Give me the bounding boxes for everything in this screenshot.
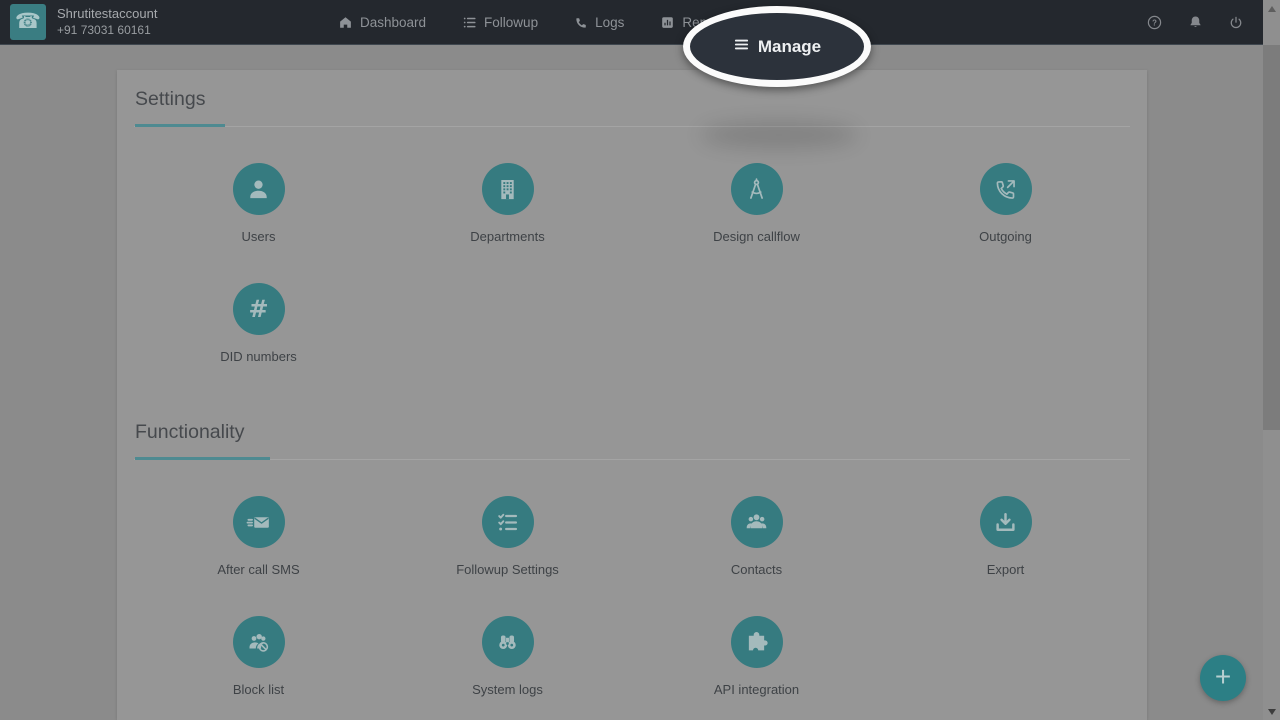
section-divider [134,126,1130,127]
tile-users[interactable]: Users [134,163,383,283]
nav-item-label: Followup [484,15,538,30]
power-icon[interactable] [1228,15,1244,31]
scroll-up-icon [1268,6,1276,12]
tile-label: Design callflow [713,229,800,244]
users-icon [233,163,285,215]
navbar-right-icons: ? [1146,0,1244,45]
app-logo[interactable]: ☎ [10,4,46,40]
home-icon [338,15,353,30]
departments-icon [482,163,534,215]
account-name: Shrutitestaccount [57,6,157,22]
plus-icon: + [1215,661,1231,692]
spotlight-shadow [700,122,858,148]
tile-label: Followup Settings [456,562,559,577]
tile-block-list[interactable]: Block list [134,616,383,720]
section-title-settings: Settings [135,88,1129,111]
top-navbar: ☎ Shrutitestaccount +91 73031 60161 Dash… [0,0,1280,45]
tile-label: After call SMS [217,562,299,577]
nav-item-label: Dashboard [360,15,426,30]
tile-label: Users [242,229,276,244]
tile-design-callflow[interactable]: Design callflow [632,163,881,283]
settings-grid: Users Departments [134,127,1130,403]
tile-did-numbers[interactable]: # DID numbers [134,283,383,403]
tile-departments[interactable]: Departments [383,163,632,283]
svg-text:?: ? [1152,18,1157,27]
nav-item-manage[interactable]: Manage [733,36,821,58]
nav-item-dashboard[interactable]: Dashboard [338,15,426,30]
tile-system-logs[interactable]: System logs [383,616,632,720]
scrollbar-thumb[interactable] [1263,45,1280,430]
tile-label: Outgoing [979,229,1032,244]
tile-label: DID numbers [220,349,297,364]
bar-chart-icon [660,15,675,30]
design-callflow-icon [731,163,783,215]
account-phone-number: +91 73031 60161 [57,23,157,38]
checklist-icon [482,496,534,548]
scroll-down-icon [1268,709,1276,715]
bell-icon[interactable] [1187,14,1204,31]
hamburger-icon [733,36,750,58]
tile-label: Block list [233,682,284,697]
account-brand: Shrutitestaccount +91 73031 60161 [57,6,157,37]
block-list-icon [233,616,285,668]
tile-api-integration[interactable]: API integration [632,616,881,720]
sms-envelope-icon [233,496,285,548]
section-title-functionality: Functionality [135,421,1129,444]
tile-followup-settings[interactable]: Followup Settings [383,496,632,616]
tile-after-call-sms[interactable]: After call SMS [134,496,383,616]
nav-item-label: Logs [595,15,624,30]
tile-contacts[interactable]: Contacts [632,496,881,616]
tile-label: Contacts [731,562,782,577]
tile-export[interactable]: Export [881,496,1130,616]
main-nav: Dashboard Followup Logs [338,0,730,45]
manage-panel: Settings Users [117,70,1147,720]
functionality-grid: After call SMS Followup Settings [134,460,1130,720]
spotlight-ellipse: Manage [683,6,871,87]
scroll-up-button[interactable] [1263,0,1280,17]
nav-item-followup[interactable]: Followup [462,15,538,30]
phone-icon [574,16,588,30]
scroll-down-button[interactable] [1263,703,1280,720]
binoculars-icon [482,616,534,668]
tile-outgoing[interactable]: Outgoing [881,163,1130,283]
manage-label: Manage [758,37,821,57]
export-download-icon [980,496,1032,548]
divider-accent [135,124,225,127]
tile-label: Export [987,562,1025,577]
section-divider [134,459,1130,460]
contacts-group-icon [731,496,783,548]
puzzle-icon [731,616,783,668]
add-button[interactable]: + [1200,655,1246,701]
followup-list-icon [462,15,477,30]
outgoing-call-icon [980,163,1032,215]
vertical-scrollbar[interactable] [1263,0,1280,720]
tile-label: Departments [470,229,544,244]
nav-item-logs[interactable]: Logs [574,15,624,30]
hash-icon: # [233,283,285,335]
tile-label: System logs [472,682,543,697]
tile-label: API integration [714,682,799,697]
phone-logo-icon: ☎ [15,4,41,40]
help-icon[interactable]: ? [1146,14,1163,31]
divider-accent [135,457,270,460]
